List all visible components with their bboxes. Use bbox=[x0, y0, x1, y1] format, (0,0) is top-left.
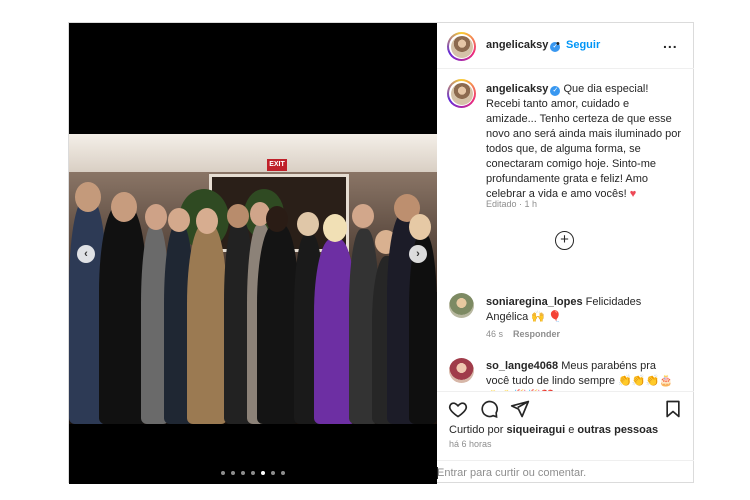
commenter-username[interactable]: so_lange4068 bbox=[486, 360, 558, 372]
verified-icon: ✓ bbox=[550, 86, 561, 96]
liked-by-text: Curtido por siqueiragui e outras pessoas bbox=[449, 424, 659, 436]
save-bookmark-icon[interactable] bbox=[663, 399, 683, 419]
comment-input[interactable] bbox=[437, 464, 687, 482]
author-avatar[interactable] bbox=[447, 32, 476, 61]
post-media: EXIT ‹ › bbox=[69, 23, 437, 484]
carousel-dot bbox=[220, 471, 225, 475]
like-heart-icon[interactable] bbox=[448, 399, 468, 419]
carousel-dot bbox=[251, 471, 255, 475]
carousel-dot-active bbox=[261, 471, 266, 475]
carousel-dot bbox=[230, 471, 235, 475]
follow-button[interactable]: Seguir bbox=[566, 39, 600, 51]
action-bar bbox=[437, 391, 694, 425]
liked-by-others[interactable]: outras pessoas bbox=[577, 424, 658, 436]
carousel-dot bbox=[281, 471, 286, 475]
post-side-panel: angelicaksy ✓ • Seguir ... angelicaksy ✓ Q… bbox=[437, 23, 694, 484]
more-options-icon[interactable]: ... bbox=[663, 35, 678, 51]
instagram-post: EXIT ‹ › angelicaksy ✓ • Seguir ... ange… bbox=[68, 22, 694, 484]
post-header: angelicaksy ✓ • Seguir ... bbox=[437, 23, 694, 69]
caption-meta: Editado · 1 h bbox=[486, 199, 538, 209]
reply-button[interactable]: Responder bbox=[513, 329, 560, 339]
author-username[interactable]: angelicaksy ✓ bbox=[486, 39, 561, 52]
post-time: há 6 horas bbox=[449, 439, 492, 449]
previous-slide-button[interactable]: ‹ bbox=[77, 245, 95, 263]
carousel-dot bbox=[240, 471, 245, 475]
comment-bubble-icon[interactable] bbox=[479, 399, 499, 419]
carousel-indicator bbox=[69, 466, 437, 478]
share-paper-plane-icon[interactable] bbox=[510, 399, 530, 419]
separator-dot: • bbox=[556, 38, 560, 50]
commenter-avatar[interactable] bbox=[449, 358, 474, 383]
caption-text: angelicaksy ✓ Que dia especial! Recebi ta… bbox=[486, 82, 682, 202]
caption-avatar[interactable] bbox=[447, 79, 476, 108]
comment-meta: 46 s Responder bbox=[486, 329, 560, 339]
comment-text: soniaregina_lopes Felicidades Angélica 🙌… bbox=[486, 296, 642, 323]
commenter-username[interactable]: soniaregina_lopes bbox=[486, 296, 583, 308]
add-comment-bar bbox=[437, 460, 694, 484]
comments-section: angelicaksy ✓ Que dia especial! Recebi ta… bbox=[437, 69, 694, 391]
carousel-dot bbox=[271, 471, 276, 475]
group-photo: EXIT bbox=[69, 134, 437, 424]
comment-age: 46 s bbox=[486, 329, 504, 339]
heart-emoji: ♥ bbox=[629, 188, 637, 200]
comment-text: so_lange4068 Meus parabéns pra você tudo… bbox=[486, 360, 673, 391]
load-more-comments-icon[interactable]: + bbox=[555, 231, 574, 250]
commenter-avatar[interactable] bbox=[449, 293, 474, 318]
caption-body: Que dia especial! Recebi tanto amor, cui… bbox=[486, 83, 682, 200]
text-caret bbox=[437, 467, 438, 479]
caption-username[interactable]: angelicaksy bbox=[486, 83, 548, 95]
liked-by-user[interactable]: siqueiragui bbox=[506, 424, 565, 436]
exit-sign: EXIT bbox=[267, 159, 287, 171]
next-slide-button[interactable]: › bbox=[409, 245, 427, 263]
